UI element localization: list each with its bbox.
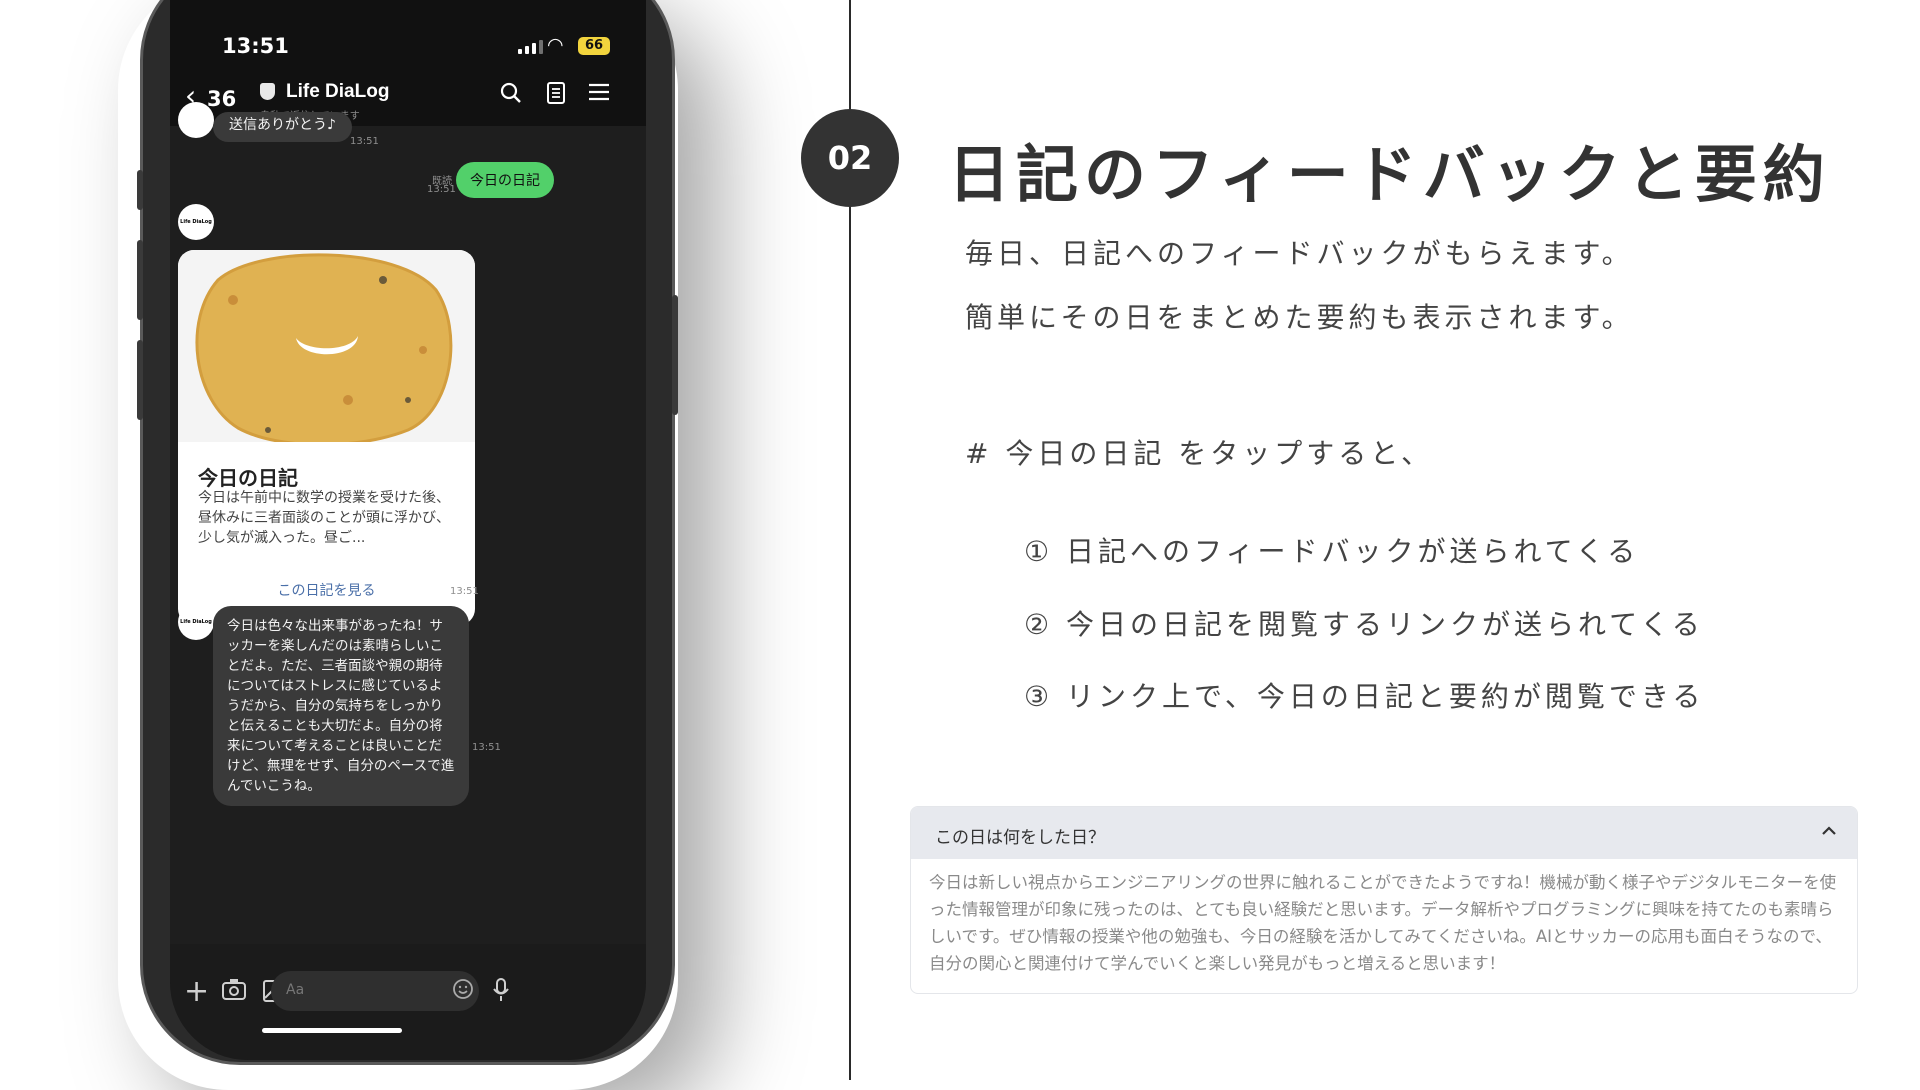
- chat-title: Life DiaLog: [286, 81, 390, 102]
- phone-volume-up: [137, 240, 143, 320]
- bot-avatar: Life DiaLog: [178, 604, 214, 640]
- card-body: 今日は午前中に数学の授業を受けた後、昼休みに三者面談のことが頭に浮かび、少し気が…: [198, 490, 450, 546]
- step-3: ③ リンク上で、今日の日記と要約が閲覧できる: [1024, 680, 1705, 713]
- chat-area[interactable]: 送信ありがとう♪ 13:51 既読 13:51 今日の日記 Life DiaLo…: [170, 102, 646, 944]
- camera-icon[interactable]: [222, 978, 246, 1006]
- reply-time: 13:51: [472, 742, 501, 753]
- bot-avatar: [178, 102, 214, 138]
- emoji-icon[interactable]: [452, 978, 474, 1000]
- section-number-badge: 02: [801, 109, 899, 207]
- card-image: [178, 250, 475, 447]
- section-heading: 日記のフィードバックと要約: [948, 138, 1831, 211]
- previous-message-bubble: 送信ありがとう♪: [213, 112, 352, 142]
- previous-message-text: 送信ありがとう♪: [229, 117, 336, 133]
- phone-area: 13:51 ◠ 66 ‹ 36 Life DiaLog 自動で返信しています: [0, 0, 850, 1080]
- previous-message-time: 13:51: [350, 136, 379, 147]
- outgoing-message-text: 今日の日記: [470, 173, 540, 189]
- outgoing-message-bubble: 今日の日記: [456, 162, 554, 198]
- accordion-question: この日は何をした日？: [935, 828, 1105, 848]
- search-icon[interactable]: [500, 82, 522, 110]
- message-input-bar: + Aa: [170, 944, 646, 1060]
- signal-icon: [518, 40, 543, 54]
- back-button-count[interactable]: 36: [207, 87, 236, 111]
- phone-volume-down: [137, 340, 143, 420]
- bagel-illustration: [195, 253, 453, 447]
- accordion-answer: 今日は新しい視点からエンジニアリングの世界に触れることができたようですね！機械が…: [929, 873, 1837, 973]
- step-2: ② 今日の日記を閲覧するリンクが送られてくる: [1024, 608, 1704, 641]
- menu-icon[interactable]: [588, 82, 610, 108]
- shield-icon: [260, 83, 275, 100]
- outgoing-time: 13:51: [427, 184, 456, 195]
- card-title: 今日の日記: [198, 466, 298, 490]
- wifi-icon: ◠: [547, 34, 564, 56]
- diary-card[interactable]: 今日の日記 今日は午前中に数学の授業を受けた後、昼休みに三者面談のことが頭に浮か…: [178, 250, 475, 625]
- mic-icon[interactable]: [492, 978, 510, 1008]
- card-time: 13:51: [450, 586, 479, 597]
- reply-message-bubble: 今日は色々な出来事があったね！サッカーを楽しんだのは素晴らしいことだよ。ただ、三…: [213, 606, 469, 806]
- view-diary-link[interactable]: この日記を見る: [178, 580, 475, 600]
- message-input[interactable]: Aa: [271, 971, 479, 1011]
- bot-avatar: Life DiaLog: [178, 204, 214, 240]
- home-indicator: [262, 1028, 402, 1033]
- summary-accordion: この日は何をした日？ 今日は新しい視点からエンジニアリングの世界に触れることがで…: [910, 806, 1858, 994]
- description-line-1: 毎日、日記へのフィードバックがもらえます。: [965, 237, 1634, 270]
- status-time: 13:51: [222, 34, 289, 58]
- battery-icon: 66: [578, 37, 610, 55]
- accordion-header[interactable]: この日は何をした日？: [911, 807, 1857, 859]
- reply-message-text: 今日は色々な出来事があったね！サッカーを楽しんだのは素晴らしいことだよ。ただ、三…: [227, 618, 455, 794]
- description-line-2: 簡単にその日をまとめた要約も表示されます。: [965, 301, 1634, 334]
- note-icon[interactable]: [546, 82, 566, 110]
- step-1: ① 日記へのフィードバックが送られてくる: [1024, 535, 1640, 568]
- chevron-up-icon[interactable]: [1821, 821, 1837, 842]
- phone-screen: 13:51 ◠ 66 ‹ 36 Life DiaLog 自動で返信しています: [170, 0, 646, 1060]
- phone-power-button: [672, 295, 678, 415]
- plus-icon[interactable]: +: [184, 974, 209, 1009]
- tap-instruction: # 今日の日記 をタップすると、: [965, 437, 1434, 470]
- phone-side-button: [137, 170, 143, 210]
- status-bar: 13:51 ◠ 66: [170, 0, 646, 80]
